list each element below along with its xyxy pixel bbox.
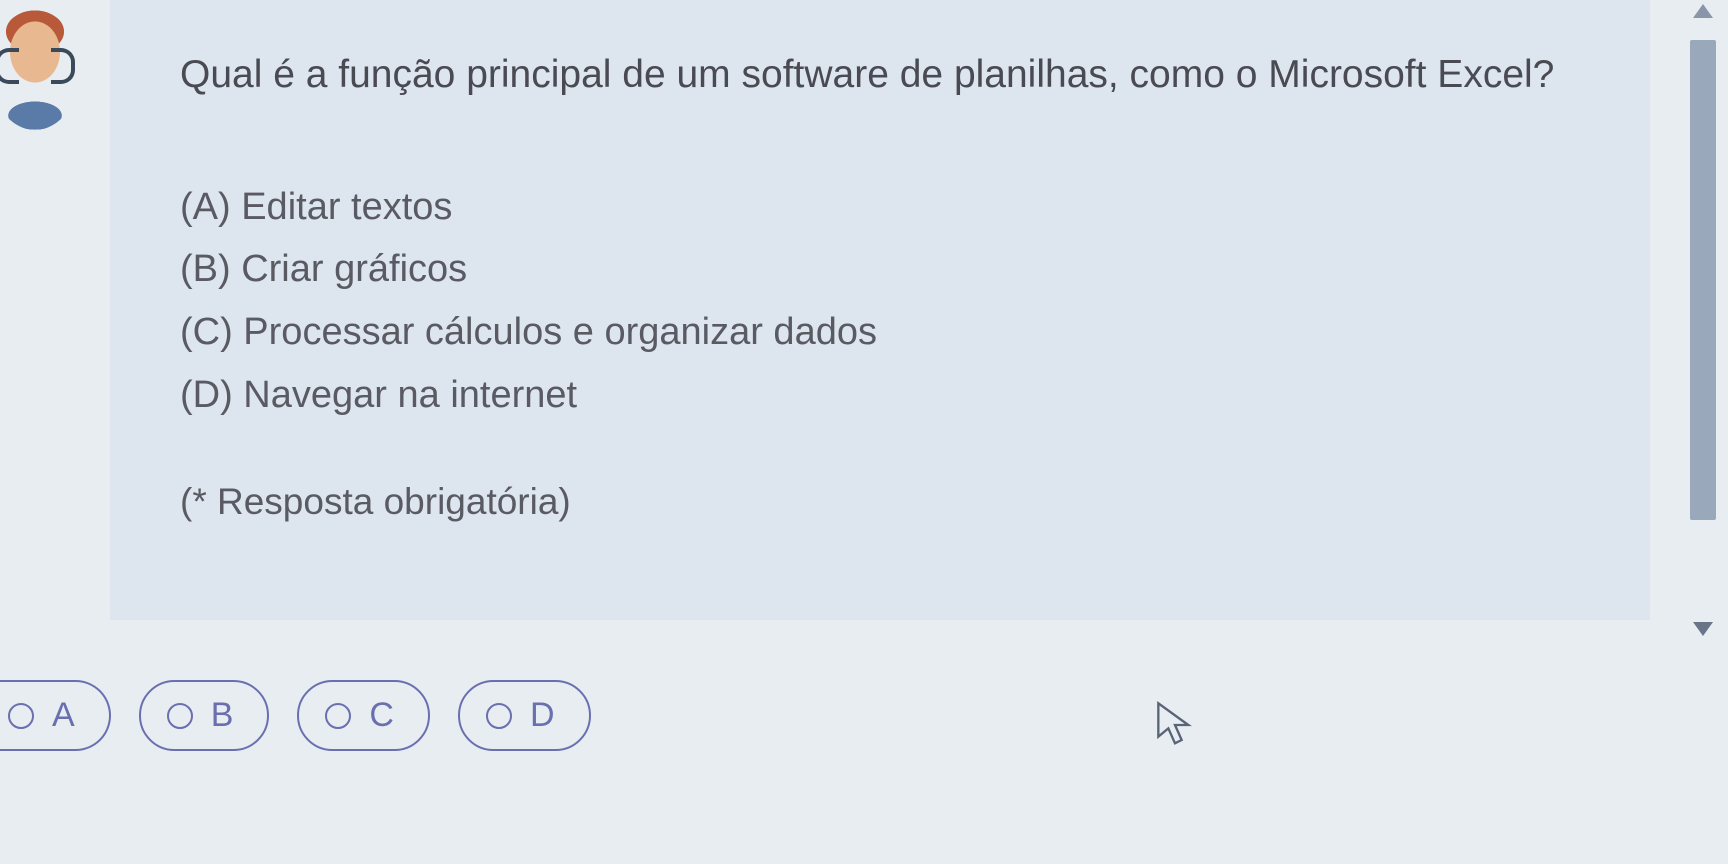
scroll-up-icon[interactable] xyxy=(1693,4,1713,18)
option-c: (C) Processar cálculos e organizar dados xyxy=(180,301,1580,364)
scroll-down-icon[interactable] xyxy=(1693,622,1713,636)
radio-icon xyxy=(167,703,193,729)
mouse-cursor-icon xyxy=(1155,700,1195,750)
answer-button-d[interactable]: D xyxy=(458,680,591,751)
question-options: (A) Editar textos (B) Criar gráficos (C)… xyxy=(180,176,1580,427)
answer-letter-c: C xyxy=(369,696,394,735)
answer-button-c[interactable]: C xyxy=(297,680,430,751)
vertical-scrollbar[interactable] xyxy=(1686,0,1720,640)
question-prompt: Qual é a função principal de um software… xyxy=(180,50,1580,101)
assistant-avatar xyxy=(0,10,80,130)
answer-letter-d: D xyxy=(530,696,555,735)
option-b: (B) Criar gráficos xyxy=(180,238,1580,301)
option-a: (A) Editar textos xyxy=(180,176,1580,239)
answer-letter-a: A xyxy=(52,696,75,735)
scrollbar-thumb[interactable] xyxy=(1690,40,1716,520)
radio-icon xyxy=(325,703,351,729)
option-d: (D) Navegar na internet xyxy=(180,364,1580,427)
question-panel: Qual é a função principal de um software… xyxy=(110,0,1650,620)
answer-button-b[interactable]: B xyxy=(139,680,270,751)
answer-buttons-row: A B C D xyxy=(0,680,591,751)
radio-icon xyxy=(486,703,512,729)
answer-button-a[interactable]: A xyxy=(0,680,111,751)
radio-icon xyxy=(8,703,34,729)
answer-letter-b: B xyxy=(211,696,234,735)
required-note: (* Resposta obrigatória) xyxy=(180,481,1580,523)
